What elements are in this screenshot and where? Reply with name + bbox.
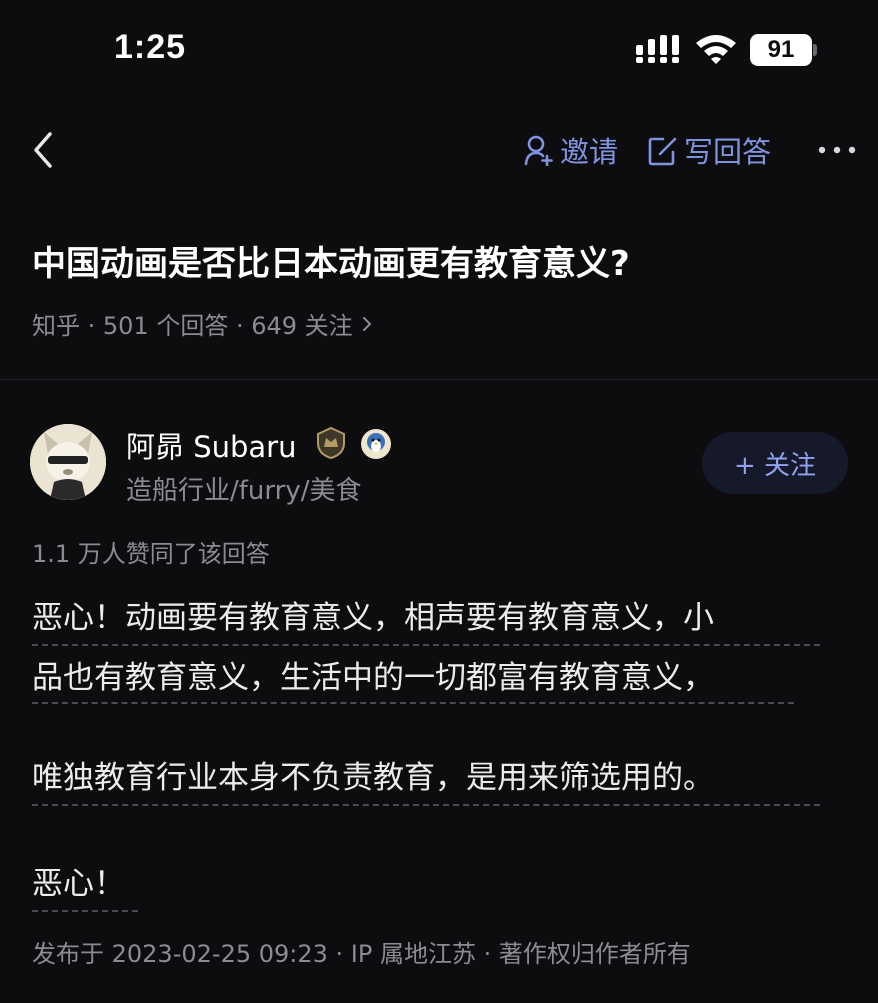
underline-dashed xyxy=(32,910,138,912)
more-options-button[interactable] xyxy=(812,132,862,168)
underline-dashed xyxy=(32,702,794,704)
chevron-right-icon xyxy=(362,316,371,331)
avatar[interactable] xyxy=(30,424,106,500)
status-bar: 1:25 91 xyxy=(0,0,878,100)
answer-line: 恶心！动画要有教育意义，相声要有教育意义，小 xyxy=(32,600,714,636)
cellular-signal-icon xyxy=(636,35,679,63)
shield-badge-icon xyxy=(317,426,345,460)
answer-footer: 发布于 2023-02-25 09:23 · IP 属地江苏 · 著作权归作者所… xyxy=(32,940,691,968)
more-horizontal-icon xyxy=(818,146,856,154)
invite-button[interactable]: 邀请 xyxy=(524,128,618,172)
wifi-icon xyxy=(696,35,736,64)
invite-label: 邀请 xyxy=(560,135,619,169)
write-answer-button[interactable]: 写回答 xyxy=(648,128,771,172)
question-title[interactable]: 中国动画是否比日本动画更有教育意义? xyxy=(32,236,630,285)
answer-line: 恶心！ xyxy=(32,866,125,902)
section-divider xyxy=(0,379,878,380)
write-answer-label: 写回答 xyxy=(684,135,772,169)
author-name[interactable]: 阿昴 Subaru xyxy=(126,424,297,466)
answer-line: 唯独教育行业本身不负责教育，是用来筛选用的。 xyxy=(32,760,714,796)
penguin-badge-icon xyxy=(361,429,391,459)
author-bio: 造船行业/furry/美食 xyxy=(126,476,362,506)
underline-dashed xyxy=(32,804,820,806)
battery-tip xyxy=(813,44,817,56)
answer-line: 品也有教育意义，生活中的一切都富有教育意义， xyxy=(32,660,714,696)
pencil-square-icon xyxy=(648,137,677,166)
chevron-left-icon xyxy=(34,132,52,168)
avatar-image xyxy=(30,424,106,500)
follow-button[interactable]: + 关注 xyxy=(702,432,848,494)
underline-dashed xyxy=(32,644,820,646)
question-meta-text: 知乎 · 501 个回答 · 649 关注 xyxy=(32,312,353,340)
status-time: 1:25 xyxy=(114,28,187,66)
person-plus-icon xyxy=(524,135,553,166)
upvote-summary: 1.1 万人赞同了该回答 xyxy=(32,540,270,568)
battery-indicator: 91 xyxy=(750,34,812,66)
back-button[interactable] xyxy=(22,122,66,178)
question-meta[interactable]: 知乎 · 501 个回答 · 649 关注 xyxy=(32,306,373,341)
